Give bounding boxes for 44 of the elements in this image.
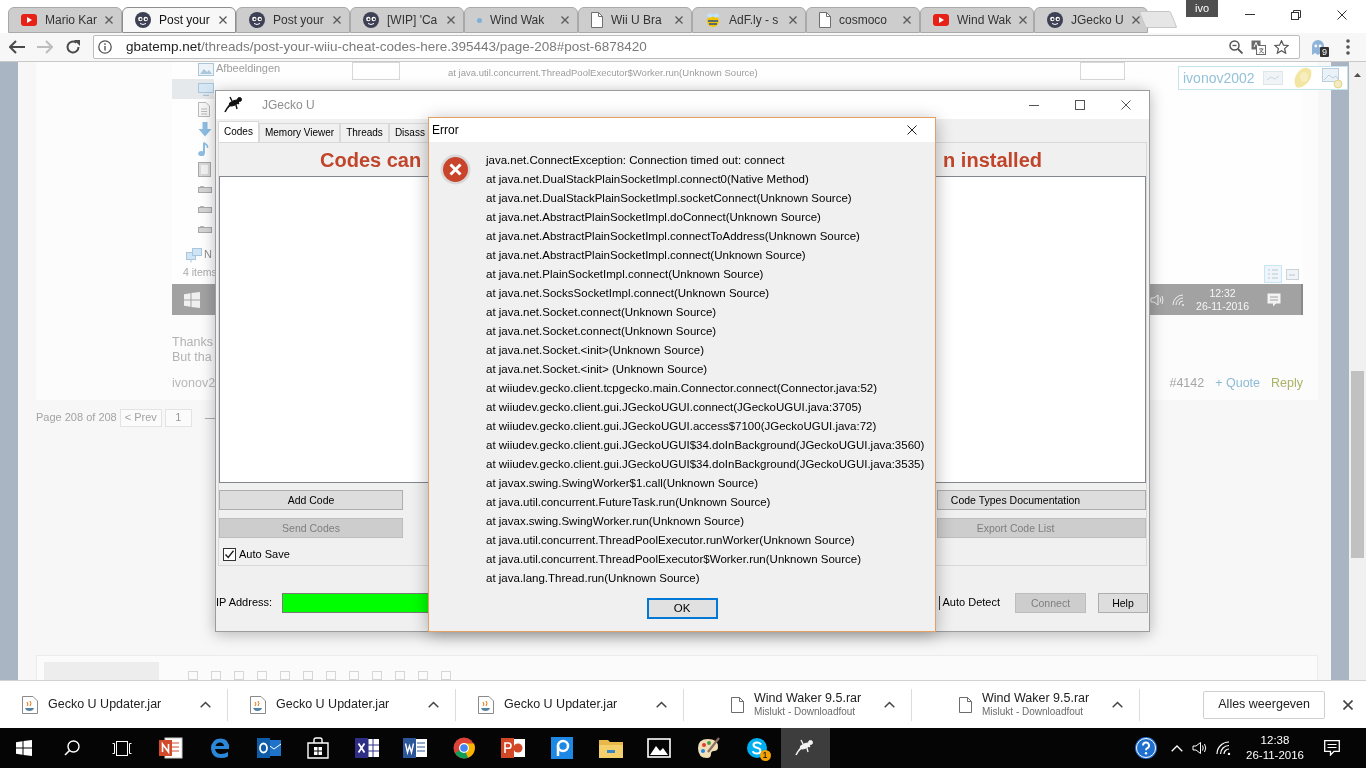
error-message-line: at java.net.AbstractPlainSocketImpl.connectToAddress(Unknown Source) [486,229,860,244]
page-label: Page 208 of 208 [36,411,117,425]
clock-time: 12:32 [1209,286,1236,300]
error-message-line: at java.net.DualStackPlainSocketImpl.socketConnect(Unknown Source) [486,191,852,206]
error-message-line: at wiiudev.gecko.client.gui.JGeckoUGUI$34.doInBackground(JGeckoUGUI.java:3535) [486,457,925,472]
error-message-line: at java.net.PlainSocketImpl.connect(Unknown Source) [486,267,764,282]
error-message-line: at javax.swing.SwingWorker.run(Unknown Source) [486,514,744,529]
error-message-line: at java.net.AbstractPlainSocketImpl.connect(Unknown Source) [486,248,806,263]
error-message-line: at java.lang.Thread.run(Unknown Source) [486,571,700,586]
error-message-line: at java.util.concurrent.ThreadPoolExecutor.runWorker(Unknown Source) [486,533,855,548]
author-name: ivonov2 [172,375,216,391]
error-message-line: at java.util.concurrent.ThreadPoolExecutor$Worker.run(Unknown Source) [486,552,861,567]
error-message-line: at java.net.Socket.<init> (Unknown Source) [486,362,708,377]
warning-banner-text: n installed [943,147,1042,172]
error-message-line: at java.net.Socket.connect(Unknown Source) [486,324,717,339]
stack-trace-text: at java.util.concurrent.ThreadPoolExecutor$Worker.run(Unknown Source) [448,67,758,79]
checkbox-label: Auto Detect [938,596,1000,610]
error-message-line: at wiiudev.gecko.client.gui.JGeckoUGUI.connect(JGeckoUGUI.java:3705) [486,400,862,415]
clock-date: 26-11-2016 [1246,748,1304,763]
error-message-line: at javax.swing.SwingWorker$1.call(Unknown Source) [486,476,759,491]
warning-banner-text: Codes can [320,147,422,172]
dialog-title: Error [432,122,459,138]
download-status: Mislukt - Downloadfout [754,706,856,718]
error-message-line: at java.net.Socket.connect(Unknown Source) [486,305,717,320]
window-title: JGecko U [262,97,315,113]
field-label: IP Address: [216,596,274,610]
clock-date: 26-11-2016 [1196,299,1249,313]
error-message-line: java.net.ConnectException: Connection timed out: connect [486,153,785,168]
error-message-line: at wiiudev.gecko.client.tcpgecko.main.Connector.connect(Connector.java:52) [486,381,877,396]
extension-badge: 9 [1320,47,1329,57]
error-message-line: at java.net.Socket.<init>(Unknown Source) [486,343,704,358]
error-message-line: at wiiudev.gecko.client.gui.JGeckoUGUI.access$7100(JGeckoUGUI.java:72) [486,419,877,434]
error-message-line: at wiiudev.gecko.client.gui.JGeckoUGUI$34.doInBackground(JGeckoUGUI.java:3560) [486,438,925,453]
error-message-line: at java.net.SocksSocketImpl.connect(Unknown Source) [486,286,770,301]
post-text: But tha [172,350,212,365]
clock-time: 12:38 [1260,733,1290,748]
download-status: Mislukt - Downloadfout [982,706,1084,718]
error-message-line: at java.util.concurrent.FutureTask.run(Unknown Source) [486,495,771,510]
error-message-line: at java.net.DualStackPlainSocketImpl.connect0(Native Method) [486,172,809,187]
error-message-line: at java.net.AbstractPlainSocketImpl.doConnect(Unknown Source) [486,210,821,225]
post-text: Thanks [172,335,213,350]
notification-badge: 1 [759,750,771,761]
username: ivonov2002 [1183,69,1255,87]
checkbox-label: Auto Save [239,548,290,562]
